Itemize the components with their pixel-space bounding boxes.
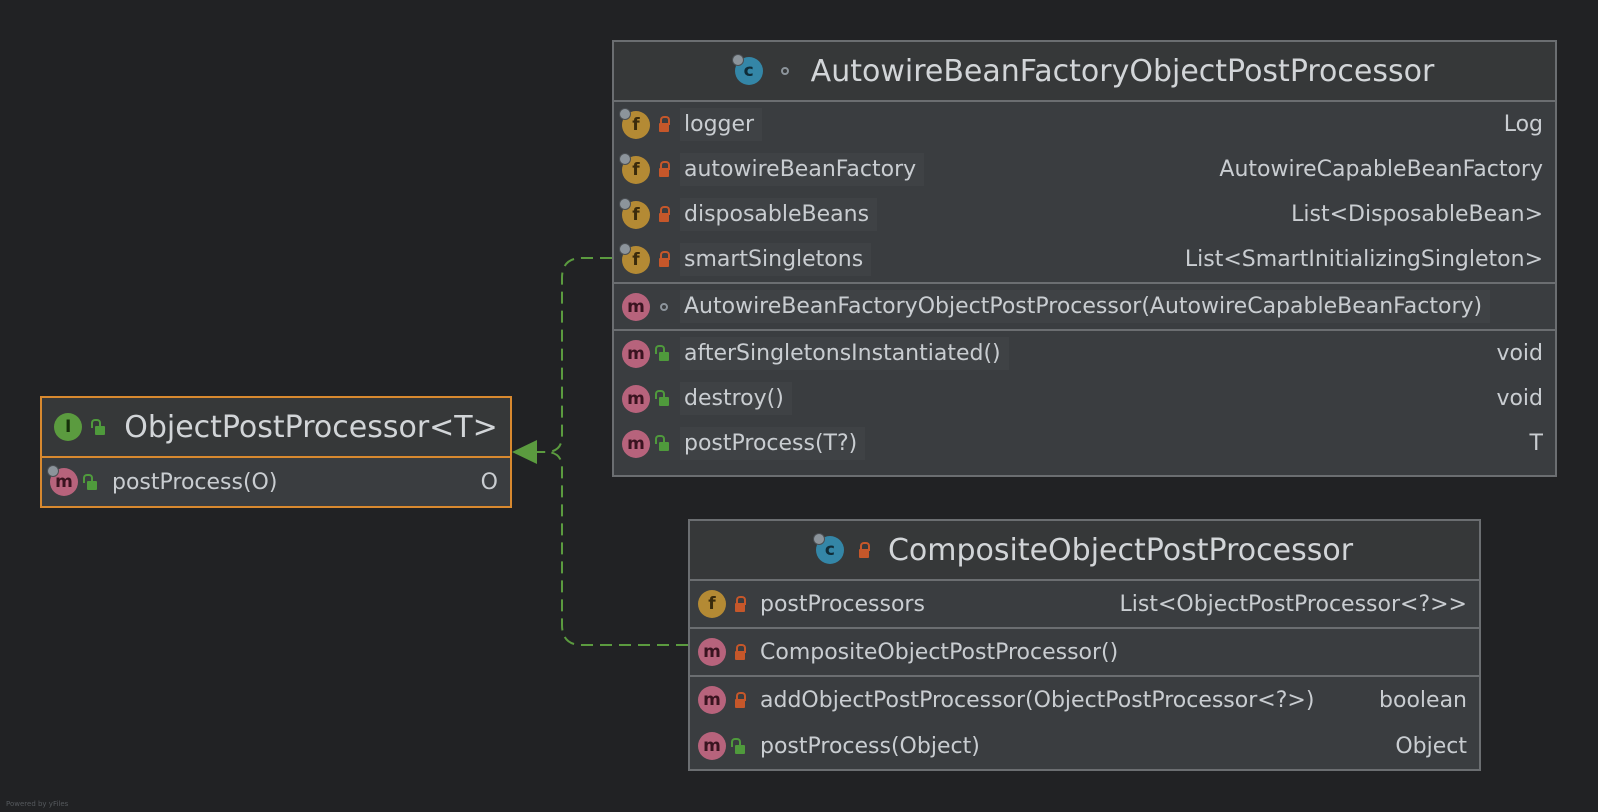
method-icon: m [622, 384, 650, 413]
method-row[interactable]: m postProcess(Object) Object [690, 723, 1479, 769]
interface-icon: I [54, 413, 83, 441]
private-lock-icon [652, 251, 676, 267]
method-return-type: void [1496, 341, 1543, 366]
public-unlock-icon [728, 737, 752, 754]
field-icon: f [698, 590, 726, 618]
public-unlock-icon [652, 345, 676, 361]
method-row[interactable]: m afterSingletonsInstantiated() void [614, 331, 1555, 376]
interface-header[interactable]: I ObjectPostProcessor<T> [42, 398, 510, 458]
method-name: postProcess(O) [112, 469, 278, 495]
methods-section: m addObjectPostProcessor(ObjectPostProce… [690, 677, 1479, 769]
class-autowire[interactable]: c AutowireBeanFactoryObjectPostProcessor… [612, 40, 1557, 477]
powered-by-label: Powered by yFiles [6, 800, 69, 808]
class-autowire-header[interactable]: c AutowireBeanFactoryObjectPostProcessor [614, 42, 1555, 102]
fields-section: f postProcessors List<ObjectPostProcesso… [690, 581, 1479, 629]
field-type: AutowireCapableBeanFactory [1219, 157, 1543, 182]
field-name: disposableBeans [680, 198, 878, 231]
field-type: Log [1503, 112, 1543, 137]
method-return-type: Object [1395, 733, 1467, 759]
method-icon: m [698, 638, 726, 666]
constructor-row[interactable]: m CompositeObjectPostProcessor() [690, 629, 1479, 675]
interface-object-post-processor[interactable]: I ObjectPostProcessor<T> m postProcess(O… [40, 396, 512, 508]
field-row[interactable]: f disposableBeans List<DisposableBean> [614, 192, 1555, 237]
field-name: smartSingletons [680, 243, 872, 276]
private-lock-icon [652, 206, 676, 222]
field-icon: f [619, 152, 650, 184]
private-lock-icon [728, 595, 752, 612]
method-row[interactable]: m postProcess(O) O [42, 458, 510, 506]
public-unlock-icon [80, 473, 104, 490]
methods-section: m postProcess(O) O [42, 458, 510, 506]
private-lock-icon [652, 116, 676, 132]
edge-composite-implements [530, 451, 688, 646]
constructor-row[interactable]: m AutowireBeanFactoryObjectPostProcessor… [614, 284, 1555, 329]
method-row[interactable]: m postProcess(T?) T [614, 421, 1555, 466]
method-icon: m [622, 339, 650, 368]
package-private-icon [652, 302, 676, 311]
method-icon: m [698, 732, 726, 760]
field-row[interactable]: f autowireBeanFactory AutowireCapableBea… [614, 147, 1555, 192]
implements-arrowhead [512, 440, 537, 464]
method-icon: m [622, 292, 650, 321]
method-name: destroy() [680, 382, 792, 415]
method-row[interactable]: m destroy() void [614, 376, 1555, 421]
method-name: postProcess(Object) [760, 733, 980, 759]
constructors-section: m AutowireBeanFactoryObjectPostProcessor… [614, 284, 1555, 331]
class-composite-header[interactable]: c CompositeObjectPostProcessor [690, 521, 1479, 581]
class-composite-title: CompositeObjectPostProcessor [887, 532, 1354, 568]
field-type: List<SmartInitializingSingleton> [1184, 247, 1543, 272]
class-autowire-title: AutowireBeanFactoryObjectPostProcessor [810, 53, 1435, 89]
public-unlock-icon [652, 390, 676, 406]
fields-section: f logger Log f autowireBeanFactory Autow… [614, 102, 1555, 284]
field-name: postProcessors [760, 591, 925, 617]
class-icon: c [731, 54, 763, 85]
constructors-section: m CompositeObjectPostProcessor() [690, 629, 1479, 677]
edge-autowire-implements [530, 257, 612, 453]
field-icon: f [619, 107, 650, 139]
package-private-icon [773, 67, 797, 75]
private-lock-icon [728, 643, 752, 660]
methods-section: m afterSingletonsInstantiated() void m d… [614, 331, 1555, 466]
constructor-name: AutowireBeanFactoryObjectPostProcessor(A… [680, 290, 1491, 323]
interface-title: ObjectPostProcessor<T> [124, 409, 498, 445]
field-icon: f [619, 197, 650, 229]
public-unlock-icon [652, 435, 676, 451]
field-row[interactable]: f smartSingletons List<SmartInitializing… [614, 237, 1555, 282]
method-return-type: T [1529, 431, 1543, 456]
field-type: List<DisposableBean> [1291, 202, 1543, 227]
method-icon: m [622, 429, 650, 458]
method-return-type: boolean [1379, 687, 1467, 713]
public-unlock-icon [88, 418, 112, 435]
method-name: postProcess(T?) [680, 427, 866, 460]
private-lock-icon [852, 541, 876, 558]
class-composite[interactable]: c CompositeObjectPostProcessor f postPro… [688, 519, 1481, 771]
method-icon: m [47, 465, 78, 496]
field-row[interactable]: f postProcessors List<ObjectPostProcesso… [690, 581, 1479, 627]
field-name: logger [680, 108, 763, 141]
method-return-type: O [480, 469, 498, 495]
class-icon: c [812, 533, 844, 564]
field-icon: f [619, 242, 650, 274]
method-name: addObjectPostProcessor(ObjectPostProcess… [760, 687, 1315, 713]
method-return-type: void [1496, 386, 1543, 411]
field-type: List<ObjectPostProcessor<?>> [1119, 591, 1467, 617]
private-lock-icon [652, 161, 676, 177]
field-row[interactable]: f logger Log [614, 102, 1555, 147]
field-name: autowireBeanFactory [680, 153, 925, 186]
method-name: afterSingletonsInstantiated() [680, 337, 1009, 370]
method-icon: m [698, 686, 726, 714]
constructor-name: CompositeObjectPostProcessor() [760, 639, 1119, 665]
method-row[interactable]: m addObjectPostProcessor(ObjectPostProce… [690, 677, 1479, 723]
private-lock-icon [728, 691, 752, 708]
